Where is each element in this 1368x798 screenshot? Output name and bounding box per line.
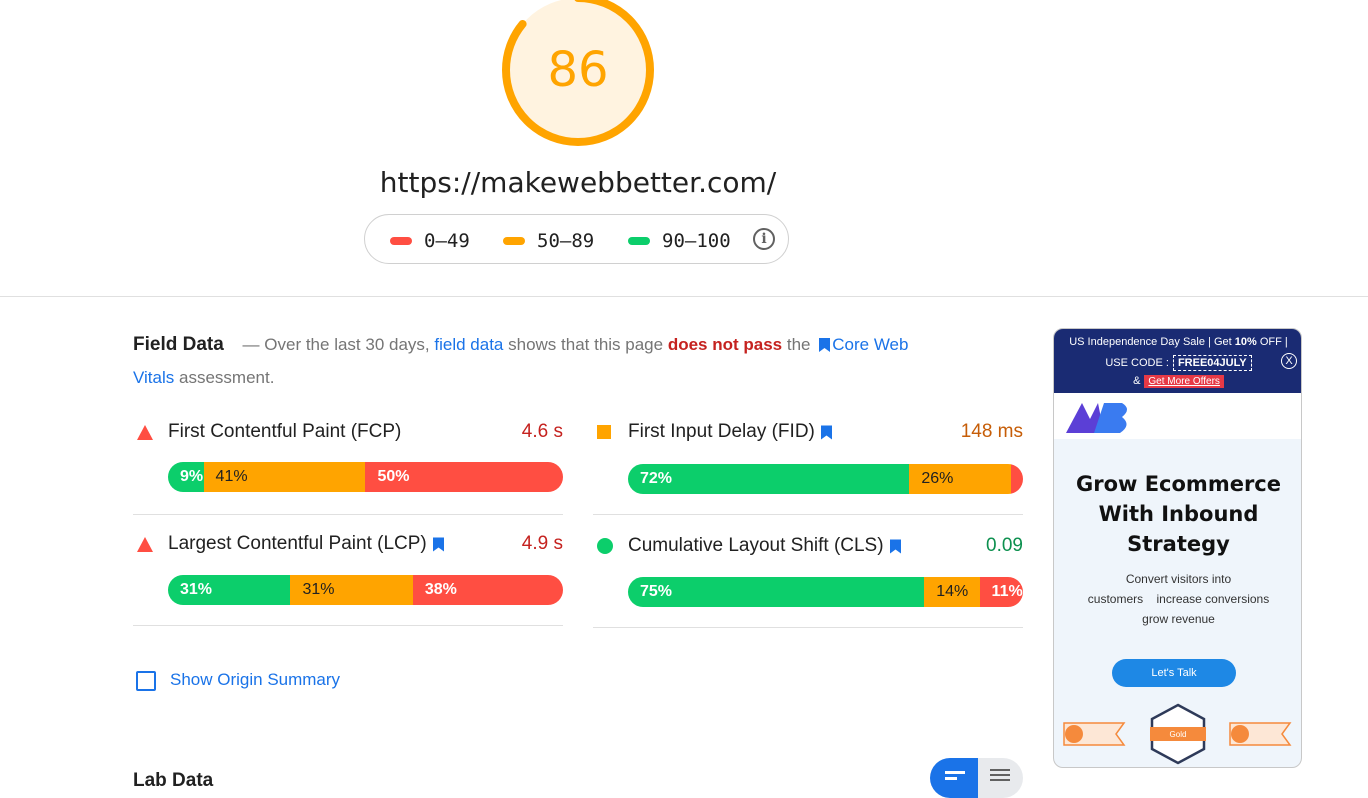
field-data-header: Field Data — Over the last 30 days, fiel… <box>133 328 933 394</box>
fail-swatch <box>390 237 412 245</box>
seg-good: 75% <box>628 577 925 607</box>
metric-divider <box>133 625 563 626</box>
pass-circle-icon <box>597 538 613 554</box>
ad-headline: Grow Ecommerce With Inbound Strategy <box>1075 472 1281 556</box>
metric-fid: First Input Delay (FID) 148 ms 72% 26% 2… <box>593 418 1023 498</box>
legend-item-fail: 0–49 <box>390 230 470 252</box>
metric-value: 4.6 s <box>521 421 563 442</box>
svg-text:Gold: Gold <box>1170 730 1187 739</box>
metric-cls: Cumulative Layout Shift (CLS) 0.09 75% 1… <box>593 532 1023 612</box>
metric-divider <box>593 627 1023 628</box>
seg-good: 9% <box>168 462 204 492</box>
field-data-desc: shows that this page <box>508 335 664 354</box>
lets-talk-button[interactable]: Let's Talk <box>1112 659 1236 687</box>
origin-summary-label[interactable]: Show Origin Summary <box>170 670 340 690</box>
distribution-bar: 9% 41% 50% <box>168 462 563 492</box>
legend-label: 90–100 <box>662 230 731 252</box>
ad-logo-bar <box>1054 393 1301 439</box>
promo-code: FREE04JULY <box>1172 355 1252 371</box>
metric-name: First Input Delay (FID) <box>628 421 832 443</box>
pass-swatch <box>628 237 650 245</box>
ad-close-icon[interactable]: X <box>1281 353 1297 369</box>
bookmark-icon <box>889 539 901 553</box>
seg-poor: 38% <box>412 575 563 605</box>
bookmark-icon <box>820 425 832 439</box>
seg-good: 31% <box>168 575 291 605</box>
metric-fcp: First Contentful Paint (FCP) 4.6 s 9% 41… <box>133 418 563 498</box>
view-toggle-right[interactable] <box>978 758 1023 798</box>
metric-value: 4.9 s <box>521 533 563 554</box>
metric-name: Cumulative Layout Shift (CLS) <box>628 535 901 557</box>
metric-value: 148 ms <box>960 421 1023 442</box>
average-swatch <box>503 237 525 245</box>
metric-divider <box>593 514 1023 515</box>
seg-poor: 2% <box>1011 464 1023 494</box>
metric-divider <box>133 514 563 515</box>
assessment-fail-text: does not pass <box>667 335 783 354</box>
legend-item-pass: 90–100 <box>628 230 731 252</box>
page-url: https://makewebbetter.com/ <box>379 166 777 199</box>
ad-subtext: Convert visitors into customers increase … <box>1087 572 1270 626</box>
metric-lcp: Largest Contentful Paint (LCP) 4.9 s 31%… <box>133 530 563 610</box>
expanded-view-icon <box>990 769 1010 781</box>
ad-offer-line: & Get More Offers <box>1054 375 1301 388</box>
fail-triangle-icon <box>137 425 153 440</box>
distribution-bar: 31% 31% 38% <box>168 575 563 605</box>
get-more-offers-button[interactable]: Get More Offers <box>1144 375 1224 388</box>
field-data-link[interactable]: field data <box>434 335 503 354</box>
list-view-icon <box>945 771 965 780</box>
seg-poor: 11% <box>979 577 1023 607</box>
ad-badges: Gold <box>1054 701 1301 767</box>
ad-promo-line: US Independence Day Sale | Get 10% OFF | <box>1069 336 1288 348</box>
ad-banner[interactable]: US Independence Day Sale | Get 10% OFF |… <box>1053 328 1302 768</box>
view-toggle-left[interactable] <box>930 758 978 798</box>
distribution-bar: 75% 14% 11% <box>628 577 1023 607</box>
field-data-desc: — Over the last 30 days, <box>242 335 430 354</box>
section-divider <box>0 296 1368 297</box>
distribution-bar: 72% 26% 2% <box>628 464 1023 494</box>
field-data-desc: the <box>786 335 811 354</box>
view-toggle[interactable] <box>930 758 1023 798</box>
legend-label: 0–49 <box>424 230 470 252</box>
seg-average: 14% <box>924 577 980 607</box>
seg-good: 72% <box>628 464 910 494</box>
metric-value: 0.09 <box>986 535 1023 556</box>
origin-summary-checkbox[interactable] <box>136 671 156 691</box>
performance-score: 86 <box>547 42 609 98</box>
bookmark-icon <box>432 537 444 551</box>
fail-triangle-icon <box>137 537 153 552</box>
metric-name: Largest Contentful Paint (LCP) <box>168 533 444 555</box>
seg-average: 31% <box>290 575 413 605</box>
ad-promo-strip: US Independence Day Sale | Get 10% OFF |… <box>1054 329 1301 393</box>
info-icon[interactable]: i <box>753 228 775 250</box>
score-legend: 0–49 50–89 90–100 i <box>364 214 789 264</box>
seg-average: 26% <box>909 464 1011 494</box>
field-data-desc: assessment. <box>179 368 275 387</box>
seg-poor: 50% <box>365 462 563 492</box>
field-data-title: Field Data <box>133 334 224 355</box>
lab-data-title: Lab Data <box>133 770 214 791</box>
partner-badges-icon: Gold <box>1063 703 1292 765</box>
ad-code-line: USE CODE : FREE04JULY <box>1054 355 1301 371</box>
legend-item-average: 50–89 <box>503 230 594 252</box>
bookmark-icon <box>819 338 831 352</box>
metric-name: First Contentful Paint (FCP) <box>168 421 402 442</box>
legend-label: 50–89 <box>537 230 595 252</box>
seg-average: 41% <box>203 462 366 492</box>
brand-logo-icon <box>1066 403 1127 433</box>
average-square-icon <box>597 425 611 439</box>
